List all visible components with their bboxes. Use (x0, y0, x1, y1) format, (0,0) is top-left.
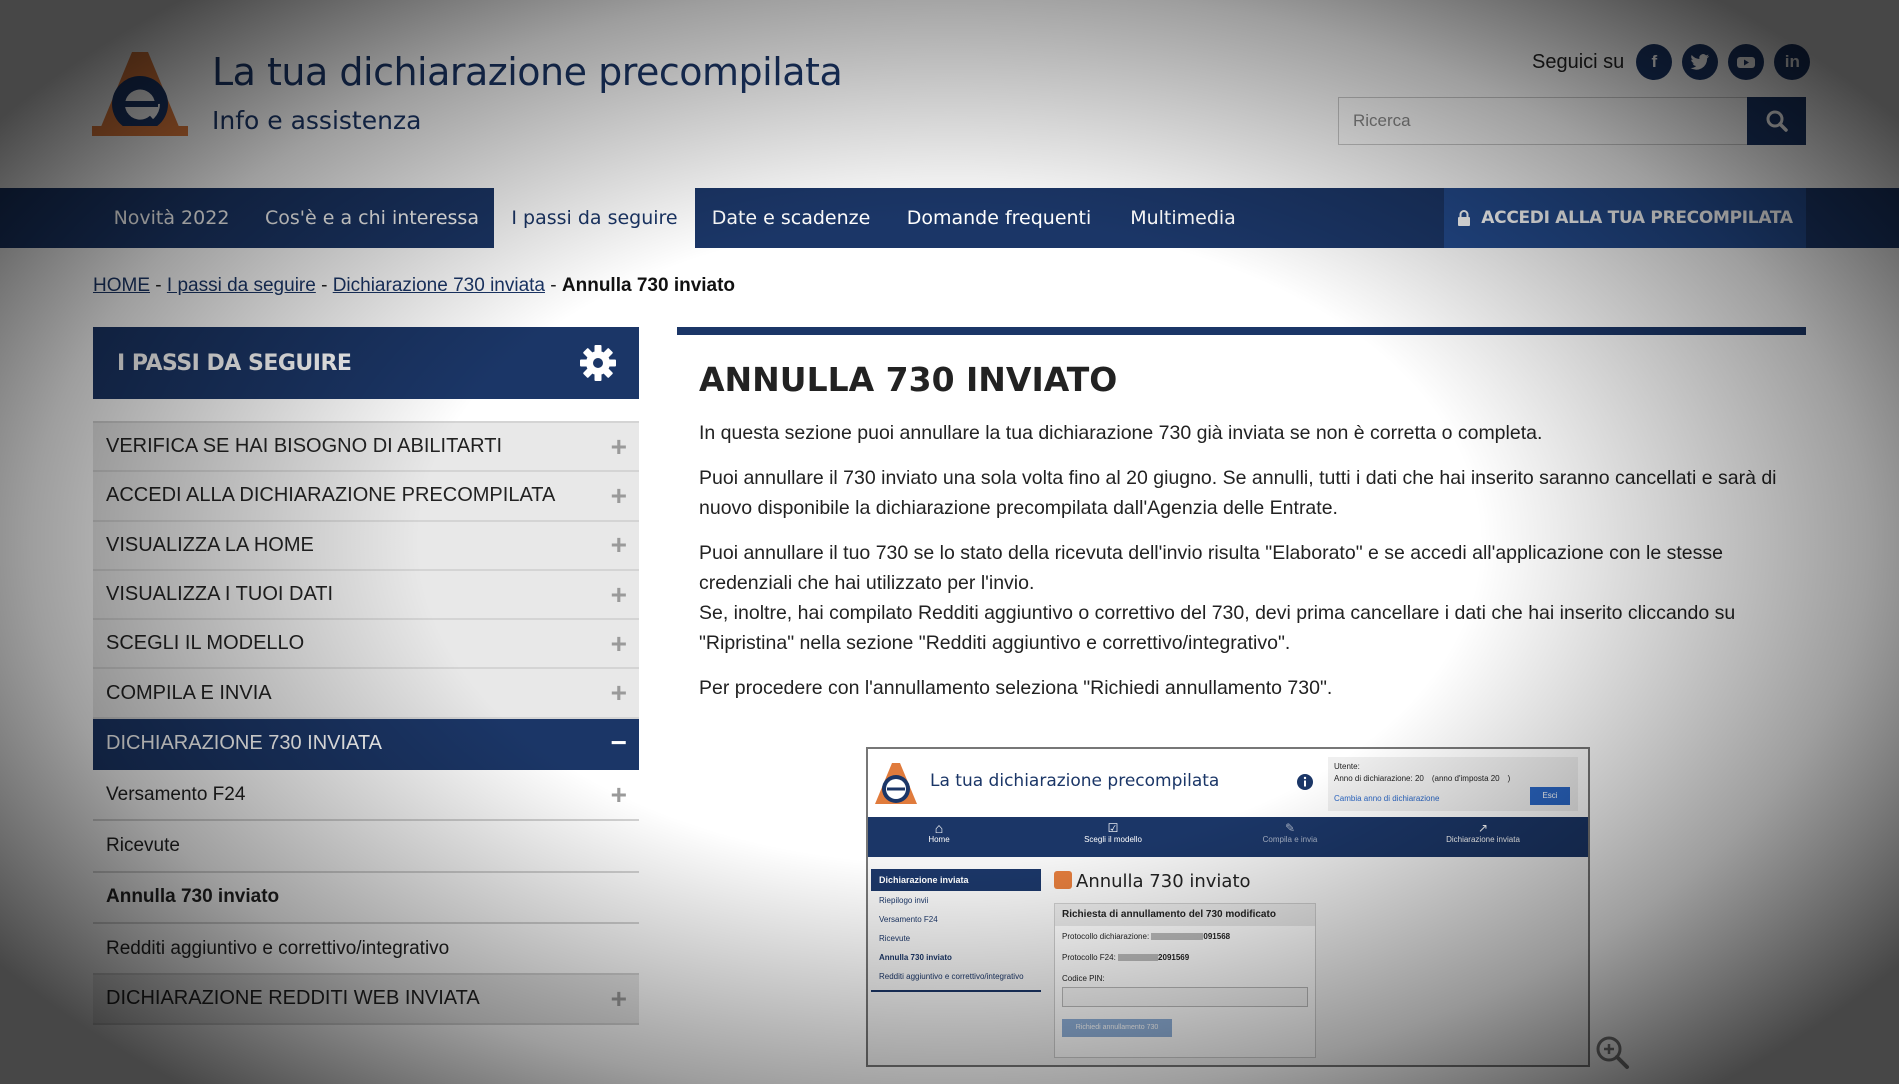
nav-cos-e[interactable]: Cos'è e a chi interessa (256, 188, 488, 248)
sidebar-item-dati[interactable]: VISUALIZZA I TUOI DATI + (93, 568, 639, 621)
plus-icon[interactable]: + (611, 780, 627, 809)
screenshot-panel-title: Annulla 730 inviato (1054, 871, 1251, 892)
facebook-icon[interactable]: f (1636, 44, 1673, 80)
nav-date-scadenze[interactable]: Date e scadenze (704, 188, 878, 248)
agenzia-entrate-logo[interactable] (92, 48, 188, 136)
nav-domande[interactable]: Domande frequenti (898, 188, 1100, 248)
share-icon: ↗ (1477, 821, 1489, 835)
content-top-bar (677, 327, 1806, 335)
login-label: ACCEDI ALLA TUA PRECOMPILATA (1481, 208, 1793, 228)
screenshot-sidebar: Dichiarazione inviata Riepilogo invii Ve… (871, 869, 1041, 992)
screenshot-nav-compila: ✎ Compila e invia (1235, 822, 1345, 846)
social-links: Seguici su f in (1532, 44, 1811, 80)
breadcrumb-home[interactable]: HOME (93, 275, 150, 296)
plus-icon[interactable]: + (611, 531, 627, 559)
app-screenshot[interactable]: La tua dichiarazione precompilata Utente… (866, 747, 1590, 1067)
zoom-in-icon[interactable] (1594, 1034, 1630, 1070)
site-title[interactable]: La tua dichiarazione precompilata (212, 50, 843, 94)
edit-icon: ✎ (1284, 821, 1296, 835)
login-button[interactable]: ACCEDI ALLA TUA PRECOMPILATA (1444, 188, 1806, 248)
plus-icon[interactable]: + (611, 580, 627, 609)
sidebar-item-redditi-web[interactable]: DICHIARAZIONE REDDITI WEB INVIATA + (93, 973, 639, 1025)
info-icon (1297, 774, 1313, 790)
screenshot-request-box: Richiesta di annullamento del 730 modifi… (1054, 903, 1316, 1058)
screenshot-user-box: Utente: Anno di dichiarazione: 20 (anno … (1328, 757, 1578, 811)
lock-icon (1458, 209, 1471, 226)
screenshot-nav-modello: ☑ Scegli il modello (1058, 822, 1168, 846)
paragraph-procedure: Per procedere con l'annullamento selezio… (699, 677, 1333, 699)
screenshot-nav-home: ⌂ Home (884, 820, 994, 846)
screenshot-pin-field (1062, 987, 1308, 1007)
sidebar-item-abilitarti[interactable]: VERIFICA SE HAI BISOGNO DI ABILITARTI + (93, 421, 639, 473)
page-title: ANNULLA 730 INVIATO (699, 360, 1118, 399)
search-input[interactable] (1338, 97, 1747, 145)
sidebar-item-accedi[interactable]: ACCEDI ALLA DICHIARAZIONE PRECOMPILATA + (93, 470, 639, 522)
plus-icon[interactable]: + (611, 432, 627, 461)
plus-icon[interactable]: + (611, 679, 627, 707)
main-navigation: Novità 2022 Cos'è e a chi interessa I pa… (0, 188, 1899, 248)
gear-icon (580, 345, 616, 381)
breadcrumb-passi[interactable]: I passi da seguire (167, 275, 316, 296)
sidebar-header: I PASSI DA SEGUIRE (93, 327, 639, 399)
screenshot-header: La tua dichiarazione precompilata Utente… (868, 749, 1588, 817)
sidebar-item-modello[interactable]: SCEGLI IL MODELLO + (93, 618, 639, 670)
site-header: La tua dichiarazione precompilata Info e… (0, 0, 1899, 188)
sidebar-title: I PASSI DA SEGUIRE (117, 350, 352, 376)
sidebar-item-730-inviata[interactable]: DICHIARAZIONE 730 INVIATA − (93, 718, 639, 771)
screenshot-exit-button: Esci (1530, 787, 1570, 805)
screenshot-request-button: Richiedi annullamento 730 (1062, 1019, 1172, 1037)
minus-icon[interactable]: − (611, 729, 627, 757)
sidebar-item-compila[interactable]: COMPILA E INVIA + (93, 667, 639, 719)
plus-icon[interactable]: + (611, 481, 627, 510)
breadcrumb: HOME - I passi da seguire - Dichiarazion… (93, 275, 736, 296)
plus-icon[interactable]: + (611, 984, 627, 1013)
nav-multimedia[interactable]: Multimedia (1120, 188, 1246, 248)
sidebar-menu: VERIFICA SE HAI BISOGNO DI ABILITARTI + A… (93, 421, 639, 1025)
screenshot-title: La tua dichiarazione precompilata (930, 771, 1220, 791)
twitter-icon[interactable] (1682, 44, 1719, 80)
checkbox-icon: ☑ (1107, 821, 1119, 835)
home-icon: ⌂ (934, 820, 944, 836)
sidebar-item-home[interactable]: VISUALIZZA LA HOME + (93, 519, 639, 571)
youtube-icon[interactable] (1728, 44, 1765, 80)
site-subtitle: Info e assistenza (212, 106, 422, 135)
nav-passi[interactable]: I passi da seguire (494, 188, 695, 248)
paragraph-deadline: Puoi annullare il 730 inviato una sola v… (699, 467, 1777, 519)
screenshot-nav-inviata: ↗ Dichiarazione inviata (1428, 822, 1538, 846)
paragraph-intro: In questa sezione puoi annullare la tua … (699, 422, 1543, 444)
screenshot-logo (875, 763, 917, 804)
nav-novita[interactable]: Novità 2022 (93, 188, 250, 248)
linkedin-icon[interactable]: in (1774, 44, 1811, 80)
breadcrumb-current: Annulla 730 inviato (561, 275, 736, 296)
sidebar-subitem-f24[interactable]: Versamento F24 + (93, 770, 639, 822)
breadcrumb-dichiarazione[interactable]: Dichiarazione 730 inviata (333, 275, 545, 296)
sidebar-subitem-ricevute[interactable]: Ricevute (93, 821, 639, 873)
search-icon (1766, 110, 1788, 132)
plus-icon[interactable]: + (611, 629, 627, 658)
search-form (1338, 97, 1806, 145)
undo-icon (1054, 871, 1072, 889)
main-content: In questa sezione puoi annullare la tua … (699, 418, 1789, 718)
paragraph-conditions: Puoi annullare il tuo 730 se lo stato de… (699, 542, 1736, 654)
screenshot-nav: ⌂ Home ☑ Scegli il modello ✎ Compila e invi… (868, 817, 1588, 857)
search-button[interactable] (1747, 97, 1806, 145)
sidebar-subitem-redditi-aggiuntivo[interactable]: Redditi aggiuntivo e correttivo/integrat… (93, 923, 639, 976)
sidebar-subitem-annulla[interactable]: Annulla 730 inviato (93, 872, 639, 924)
follow-label: Seguici su (1532, 50, 1625, 73)
